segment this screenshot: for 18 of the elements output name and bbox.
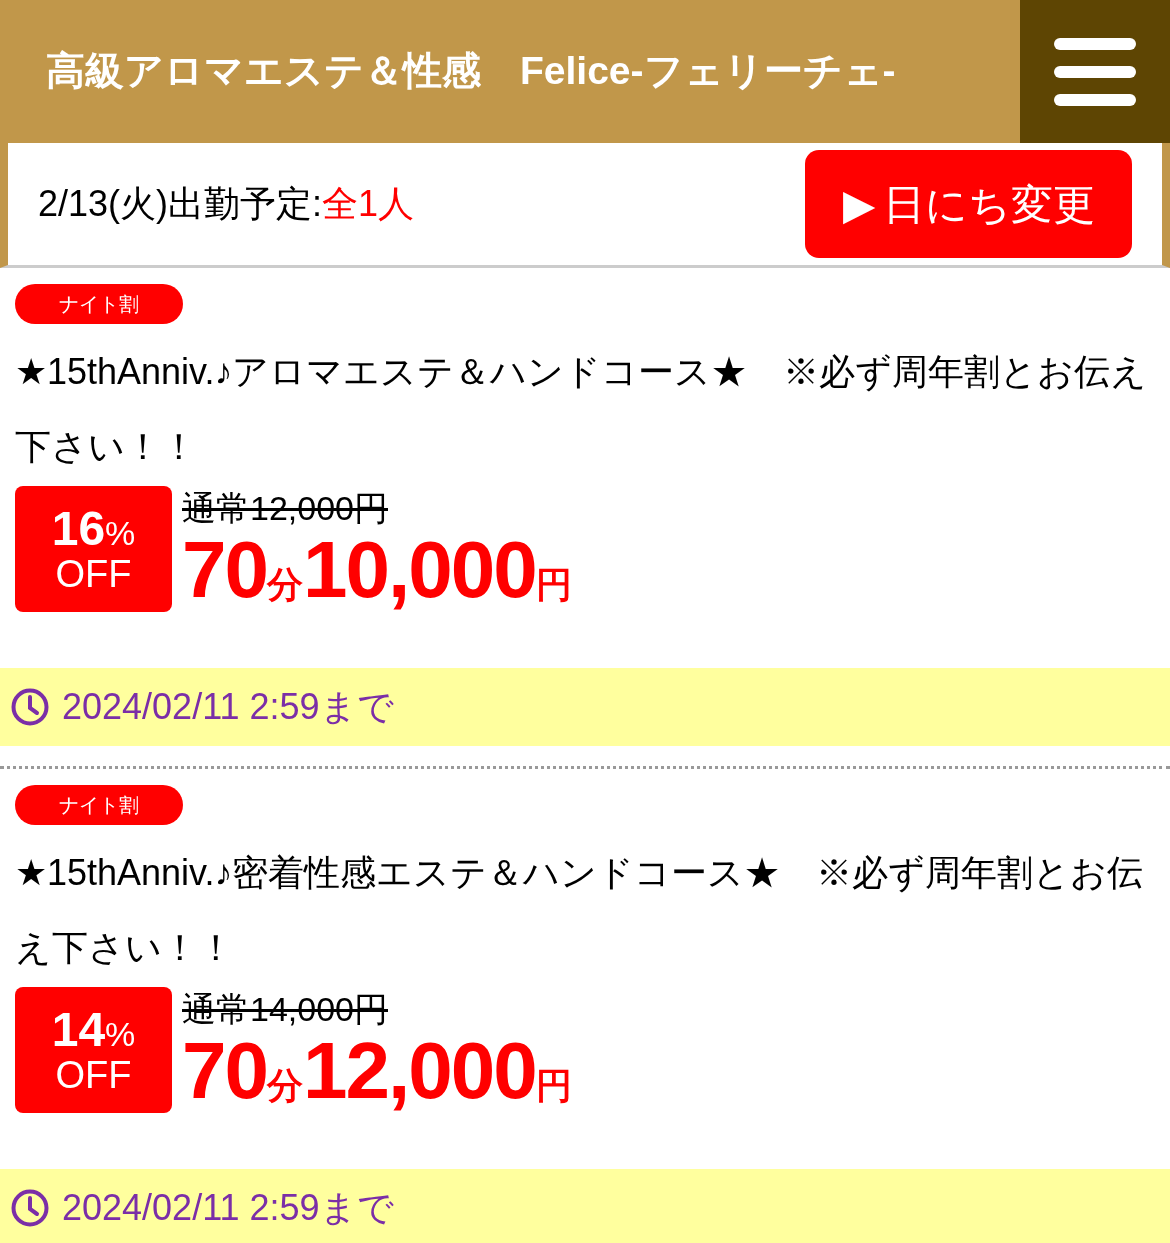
deadline-text: 2024/02/11 2:59まで <box>62 685 394 729</box>
schedule-text: 2/13(火)出勤予定:全1人 <box>38 182 415 226</box>
discount-badge: 16% OFF <box>15 486 172 612</box>
course-title: ★15thAnniv.♪密着性感エステ＆ハンドコース★ ※必ず周年割とお伝え下さい！！ <box>15 851 1145 970</box>
clock-icon <box>10 687 50 727</box>
menu-button[interactable] <box>1020 0 1170 143</box>
sale-price: 70分12,000円 <box>182 1031 572 1117</box>
change-date-button[interactable]: ▶ 日にち変更 <box>805 150 1132 258</box>
discount-badge: 14% OFF <box>15 987 172 1113</box>
regular-price: 通常14,000円 <box>182 989 389 1030</box>
course-title: ★15thAnniv.♪アロマエステ＆ハンドコース★ ※必ず周年割とお伝え下さい！！ <box>15 350 1149 469</box>
deadline-text: 2024/02/11 2:59まで <box>62 1186 394 1230</box>
clock-icon <box>10 1188 50 1228</box>
regular-price: 通常12,000円 <box>182 488 389 529</box>
night-discount-badge: ナイト割 <box>15 785 183 825</box>
sale-price: 70分10,000円 <box>182 530 572 616</box>
site-title: 高級アロマエステ＆性感 Felice-フェリーチェ- <box>45 48 897 95</box>
night-discount-badge: ナイト割 <box>15 284 183 324</box>
